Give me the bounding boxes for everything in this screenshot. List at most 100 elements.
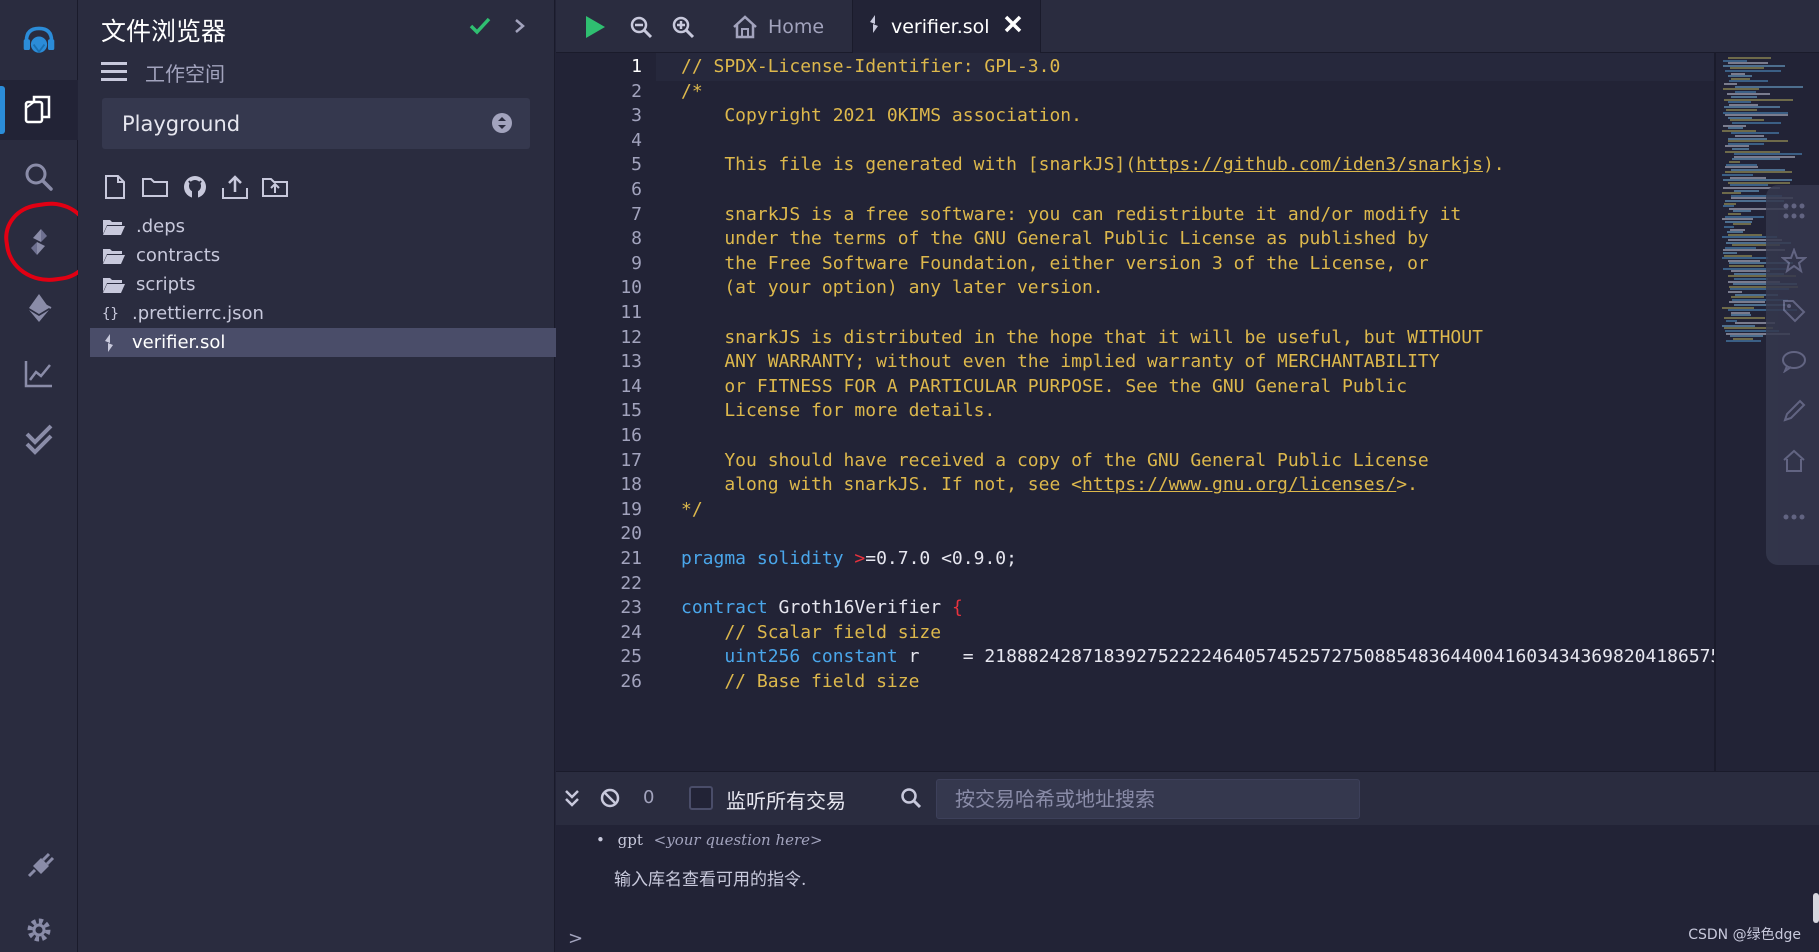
star-icon[interactable] [1780, 247, 1808, 275]
clear-ban-icon[interactable] [599, 787, 621, 813]
code-token: r = 218882428718392752222464057452572750… [908, 646, 1714, 668]
tree-item-label: verifier.sol [132, 332, 226, 353]
tab-home[interactable]: Home [722, 0, 846, 53]
code-token: (at your option) any later version. [681, 277, 1104, 299]
chevron-right-icon[interactable] [510, 14, 530, 42]
home-outline-icon[interactable] [1780, 447, 1808, 475]
new-folder-icon[interactable] [140, 172, 170, 202]
tree-item-label: contracts [136, 245, 221, 266]
file-tree: .deps contracts scripts {} .prettierrc.j… [90, 212, 556, 357]
workspace-label: 工作空间 [145, 62, 225, 86]
line-number: 22 [620, 572, 642, 594]
remix-logo-icon[interactable] [0, 6, 78, 76]
settings-gear-icon[interactable] [0, 900, 78, 952]
line-number: 11 [620, 302, 642, 323]
icon-rail [0, 0, 98, 952]
plugin-manager-icon[interactable] [0, 836, 78, 896]
watermark: CSDN @绿色dge [1688, 927, 1801, 943]
tree-folder-contracts[interactable]: contracts [90, 241, 556, 270]
file-explorer-panel: 文件浏览器 工作空间 Playground .deps contracts sc… [78, 0, 556, 952]
code-token: ). [1482, 154, 1505, 176]
comment-icon[interactable] [1780, 347, 1808, 375]
code-line: along with snarkJS. If not, see <https:/… [681, 474, 1418, 495]
double-chevron-down-icon[interactable] [564, 788, 580, 812]
github-icon[interactable] [180, 172, 210, 202]
terminal-toolbar: 0 监听所有交易 [556, 771, 1819, 825]
code-token: or FITNESS FOR A PARTICULAR PURPOSE. See… [681, 375, 1408, 397]
line-number: 10 [620, 277, 642, 299]
minimap-stroke [1733, 223, 1751, 226]
upload-file-icon[interactable] [220, 172, 250, 202]
code-line: uint256 constant r = 2188824287183927522… [681, 646, 1714, 667]
code-token: contract [681, 597, 779, 619]
code-token: // Base field size [681, 671, 920, 692]
pencil-icon[interactable] [1780, 397, 1808, 425]
workspace-select[interactable]: Playground [102, 98, 530, 149]
tree-folder-scripts[interactable]: scripts [90, 270, 556, 299]
code-line: You should have received a copy of the G… [681, 449, 1429, 471]
deploy-run-icon[interactable] [0, 278, 78, 338]
code-line: /* [681, 81, 703, 102]
hamburger-menu-icon[interactable] [101, 59, 127, 87]
line-number: 25 [620, 646, 642, 668]
tag-icon[interactable] [1780, 297, 1808, 325]
listen-label: 监听所有交易 [726, 789, 846, 813]
solidity-file-icon [102, 333, 122, 353]
unit-testing-icon[interactable] [0, 410, 78, 470]
tree-file-prettierrc[interactable]: {} .prettierrc.json [90, 299, 556, 328]
upload-folder-icon[interactable] [260, 172, 290, 202]
more-dots-icon[interactable] [1780, 503, 1808, 531]
code-line: Copyright 2021 0KIMS association. [681, 105, 1082, 126]
code-token: =0.7.0 <0.9.0; [865, 548, 1017, 569]
close-icon[interactable] [1004, 15, 1022, 38]
tab-label: verifier.sol [891, 15, 990, 38]
analysis-icon[interactable] [0, 344, 78, 404]
code-token: */ [681, 498, 703, 520]
code-token: // Scalar field size [681, 621, 942, 643]
code-token: the Free Software Foundation, either ver… [681, 252, 1429, 274]
code-token: /* [681, 80, 703, 102]
terminal-prompt[interactable]: > [568, 928, 583, 949]
editor-area: Home verifier.sol 1 2 3 4 5 6 7 8 9 10 11 12 13 14 15 1… [556, 0, 1819, 952]
grid-dots-icon[interactable] [1780, 197, 1808, 225]
line-number: 14 [620, 375, 642, 397]
line-number: 19 [620, 498, 642, 520]
code-token: snarkJS is a free software: you can redi… [681, 203, 1462, 225]
code-line: pragma solidity >=0.7.0 <0.9.0; [681, 548, 1017, 569]
tree-folder-deps[interactable]: .deps [90, 212, 556, 241]
line-number: 23 [620, 597, 642, 619]
terminal-scrollbar[interactable] [1813, 893, 1819, 923]
solidity-compiler-icon[interactable] [0, 212, 78, 272]
code-token: uint256 constant [681, 646, 909, 668]
zoom-in-icon[interactable] [666, 10, 700, 44]
code-token: >. [1396, 474, 1418, 496]
file-explorer-icon[interactable] [0, 80, 78, 140]
tree-file-verifier[interactable]: verifier.sol [90, 328, 556, 357]
line-number: 15 [620, 400, 642, 422]
line-number: 24 [620, 621, 642, 643]
listen-checkbox[interactable] [689, 786, 713, 810]
line-number: 5 [631, 154, 642, 176]
terminal-output[interactable]: • gpt <your question here> 输入库名查看可用的指令. … [556, 825, 1819, 952]
zoom-out-icon[interactable] [624, 10, 658, 44]
code-line: License for more details. [681, 400, 995, 421]
code-line: snarkJS is distributed in the hope that … [681, 327, 1483, 348]
search-icon[interactable] [0, 147, 78, 207]
code-token: https://github.com/iden3/snarkjs [1136, 154, 1483, 176]
floating-toolbar [1766, 185, 1819, 565]
line-number: 3 [631, 105, 642, 127]
tab-verifier-sol[interactable]: verifier.sol [852, 0, 1041, 53]
pending-count: 0 [643, 787, 655, 808]
line-number: 16 [620, 425, 642, 446]
transaction-search-input[interactable] [936, 779, 1360, 819]
line-number: 1 [631, 56, 642, 77]
line-number-gutter: 1 2 3 4 5 6 7 8 9 10 11 12 13 14 15 16 17 18 19 20 21 22 23 24 2… [556, 53, 656, 771]
line-number: 8 [631, 228, 642, 250]
code-editor[interactable]: 1 2 3 4 5 6 7 8 9 10 11 12 13 14 15 16 17 18 19 20 21 22 23 24 2… [556, 53, 1714, 771]
home-icon [733, 14, 757, 38]
code-token: You should have received a copy of the G… [681, 449, 1429, 471]
new-file-icon[interactable] [100, 172, 130, 202]
solidity-file-icon [867, 13, 881, 40]
run-play-icon[interactable] [578, 10, 612, 44]
tab-bar: Home verifier.sol [556, 0, 1819, 53]
